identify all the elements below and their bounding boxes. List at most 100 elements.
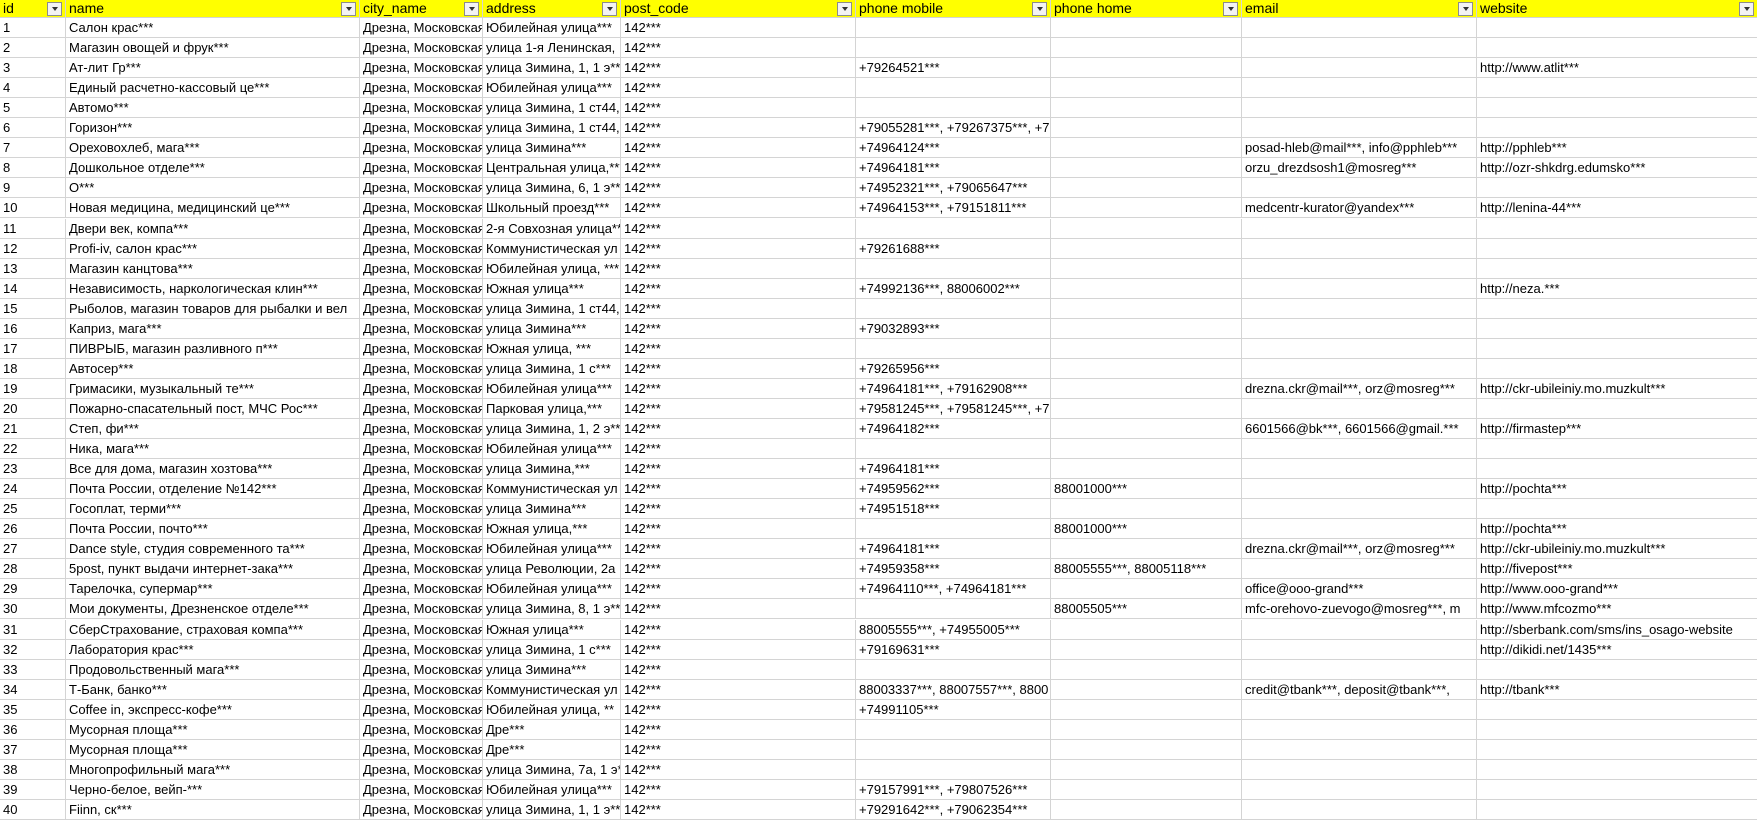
cell-address[interactable]: Южная улица*** bbox=[483, 278, 621, 299]
cell-address[interactable]: улица Зимина*** bbox=[483, 318, 621, 339]
cell-city-name[interactable]: Дрезна, Московская bbox=[360, 378, 483, 399]
cell-city-name[interactable]: Дрезна, Московская bbox=[360, 58, 483, 79]
cell-website[interactable] bbox=[1477, 78, 1757, 99]
cell-email[interactable] bbox=[1242, 358, 1477, 379]
cell-post-code[interactable]: 142*** bbox=[621, 58, 856, 79]
cell-email[interactable] bbox=[1242, 479, 1477, 500]
cell-phone-home[interactable] bbox=[1051, 659, 1242, 680]
cell-phone-mobile[interactable] bbox=[856, 258, 1051, 279]
cell-email[interactable]: credit@tbank***, deposit@tbank***, bbox=[1242, 679, 1477, 700]
cell-phone-home[interactable] bbox=[1051, 198, 1242, 219]
cell-website[interactable]: http://ckr-ubileiniy.mo.muzkult*** bbox=[1477, 539, 1757, 560]
cell-id[interactable]: 5 bbox=[0, 98, 66, 119]
cell-phone-mobile[interactable]: +79261688*** bbox=[856, 238, 1051, 259]
cell-phone-mobile[interactable]: +79265956*** bbox=[856, 358, 1051, 379]
spreadsheet-grid[interactable]: id name city_name address post_code phone mob… bbox=[0, 0, 1757, 821]
cell-phone-home[interactable] bbox=[1051, 218, 1242, 239]
cell-phone-home[interactable] bbox=[1051, 318, 1242, 339]
cell-address[interactable]: улица Зимина, 1 ст44, bbox=[483, 98, 621, 119]
cell-id[interactable]: 10 bbox=[0, 198, 66, 219]
column-header-email[interactable]: email bbox=[1242, 0, 1477, 18]
cell-address[interactable]: Юбилейная улица*** bbox=[483, 779, 621, 800]
cell-phone-home[interactable] bbox=[1051, 238, 1242, 259]
cell-post-code[interactable]: 142*** bbox=[621, 18, 856, 39]
filter-dropdown-arrow-icon[interactable] bbox=[47, 2, 62, 16]
cell-phone-mobile[interactable] bbox=[856, 98, 1051, 119]
cell-website[interactable]: http://pochta*** bbox=[1477, 479, 1757, 500]
cell-website[interactable]: http://www.atlit*** bbox=[1477, 58, 1757, 79]
cell-address[interactable]: улица Зимина,*** bbox=[483, 459, 621, 480]
cell-post-code[interactable]: 142*** bbox=[621, 439, 856, 460]
cell-phone-home[interactable] bbox=[1051, 78, 1242, 99]
cell-post-code[interactable]: 142*** bbox=[621, 298, 856, 319]
cell-website[interactable]: http://firmastep*** bbox=[1477, 419, 1757, 440]
cell-post-code[interactable]: 142*** bbox=[621, 198, 856, 219]
cell-id[interactable]: 31 bbox=[0, 619, 66, 640]
cell-name[interactable]: Мои документы, Дрезненское отделе*** bbox=[66, 599, 360, 620]
cell-name[interactable]: Черно-белое, вейп-*** bbox=[66, 779, 360, 800]
cell-city-name[interactable]: Дрезна, Московская bbox=[360, 799, 483, 820]
cell-name[interactable]: Горизон*** bbox=[66, 118, 360, 139]
cell-phone-mobile[interactable]: +79169631*** bbox=[856, 639, 1051, 660]
cell-phone-mobile[interactable]: +79157991***, +79807526*** bbox=[856, 779, 1051, 800]
cell-phone-home[interactable] bbox=[1051, 398, 1242, 419]
cell-id[interactable]: 4 bbox=[0, 78, 66, 99]
cell-website[interactable] bbox=[1477, 459, 1757, 480]
cell-address[interactable]: Юбилейная улица, ** bbox=[483, 699, 621, 720]
cell-phone-home[interactable] bbox=[1051, 178, 1242, 199]
cell-post-code[interactable]: 142*** bbox=[621, 358, 856, 379]
cell-phone-mobile[interactable] bbox=[856, 18, 1051, 39]
cell-email[interactable]: posad-hleb@mail***, info@pphleb*** bbox=[1242, 138, 1477, 159]
cell-post-code[interactable]: 142*** bbox=[621, 519, 856, 540]
cell-address[interactable]: улица Зимина, 1, 1 э*** bbox=[483, 799, 621, 820]
cell-city-name[interactable]: Дрезна, Московская bbox=[360, 118, 483, 139]
cell-city-name[interactable]: Дрезна, Московская bbox=[360, 318, 483, 339]
cell-name[interactable]: Магазин овощей и фрук*** bbox=[66, 38, 360, 59]
cell-address[interactable]: Парковая улица,*** bbox=[483, 398, 621, 419]
cell-phone-mobile[interactable]: +74959562*** bbox=[856, 479, 1051, 500]
cell-name[interactable]: Profi-iv, салон крас*** bbox=[66, 238, 360, 259]
cell-website[interactable] bbox=[1477, 779, 1757, 800]
cell-phone-mobile[interactable]: +79032893*** bbox=[856, 318, 1051, 339]
cell-post-code[interactable]: 142*** bbox=[621, 338, 856, 359]
cell-website[interactable] bbox=[1477, 98, 1757, 119]
cell-phone-mobile[interactable]: +79264521*** bbox=[856, 58, 1051, 79]
cell-address[interactable]: Юбилейная улица, *** bbox=[483, 258, 621, 279]
cell-phone-mobile[interactable]: +74951518*** bbox=[856, 499, 1051, 520]
column-header-website[interactable]: website bbox=[1477, 0, 1757, 18]
cell-phone-mobile[interactable]: +74964124*** bbox=[856, 138, 1051, 159]
cell-address[interactable]: Южная улица,*** bbox=[483, 519, 621, 540]
cell-address[interactable]: Юбилейная улица*** bbox=[483, 439, 621, 460]
cell-name[interactable]: Почта России, почто*** bbox=[66, 519, 360, 540]
cell-phone-home[interactable] bbox=[1051, 639, 1242, 660]
cell-name[interactable]: Ника, мага*** bbox=[66, 439, 360, 460]
cell-post-code[interactable]: 142*** bbox=[621, 559, 856, 580]
cell-phone-mobile[interactable]: +79291642***, +79062354*** bbox=[856, 799, 1051, 820]
cell-phone-home[interactable] bbox=[1051, 459, 1242, 480]
cell-name[interactable]: Лаборатория крас*** bbox=[66, 639, 360, 660]
filter-dropdown-arrow-icon[interactable] bbox=[1223, 2, 1238, 16]
cell-post-code[interactable]: 142*** bbox=[621, 318, 856, 339]
cell-address[interactable]: улица Зимина*** bbox=[483, 499, 621, 520]
cell-post-code[interactable]: 142*** bbox=[621, 138, 856, 159]
cell-website[interactable] bbox=[1477, 218, 1757, 239]
cell-address[interactable]: Дре*** bbox=[483, 719, 621, 740]
cell-name[interactable]: Гримасики, музыкальный те*** bbox=[66, 378, 360, 399]
cell-email[interactable] bbox=[1242, 98, 1477, 119]
cell-phone-home[interactable] bbox=[1051, 138, 1242, 159]
cell-city-name[interactable]: Дрезна, Московская bbox=[360, 338, 483, 359]
cell-website[interactable] bbox=[1477, 739, 1757, 760]
cell-website[interactable] bbox=[1477, 799, 1757, 820]
cell-address[interactable]: улица Зимина, 8, 1 э*** bbox=[483, 599, 621, 620]
cell-post-code[interactable]: 142*** bbox=[621, 98, 856, 119]
cell-post-code[interactable]: 142*** bbox=[621, 659, 856, 680]
cell-name[interactable]: Мусорная площа*** bbox=[66, 739, 360, 760]
cell-city-name[interactable]: Дрезна, Московская bbox=[360, 419, 483, 440]
cell-post-code[interactable]: 142*** bbox=[621, 38, 856, 59]
cell-city-name[interactable]: Дрезна, Московская bbox=[360, 459, 483, 480]
cell-address[interactable]: улица Революции, 2а bbox=[483, 559, 621, 580]
cell-address[interactable]: улица Зимина, 1 с*** bbox=[483, 639, 621, 660]
cell-city-name[interactable]: Дрезна, Московская bbox=[360, 78, 483, 99]
cell-id[interactable]: 7 bbox=[0, 138, 66, 159]
cell-phone-home[interactable] bbox=[1051, 739, 1242, 760]
